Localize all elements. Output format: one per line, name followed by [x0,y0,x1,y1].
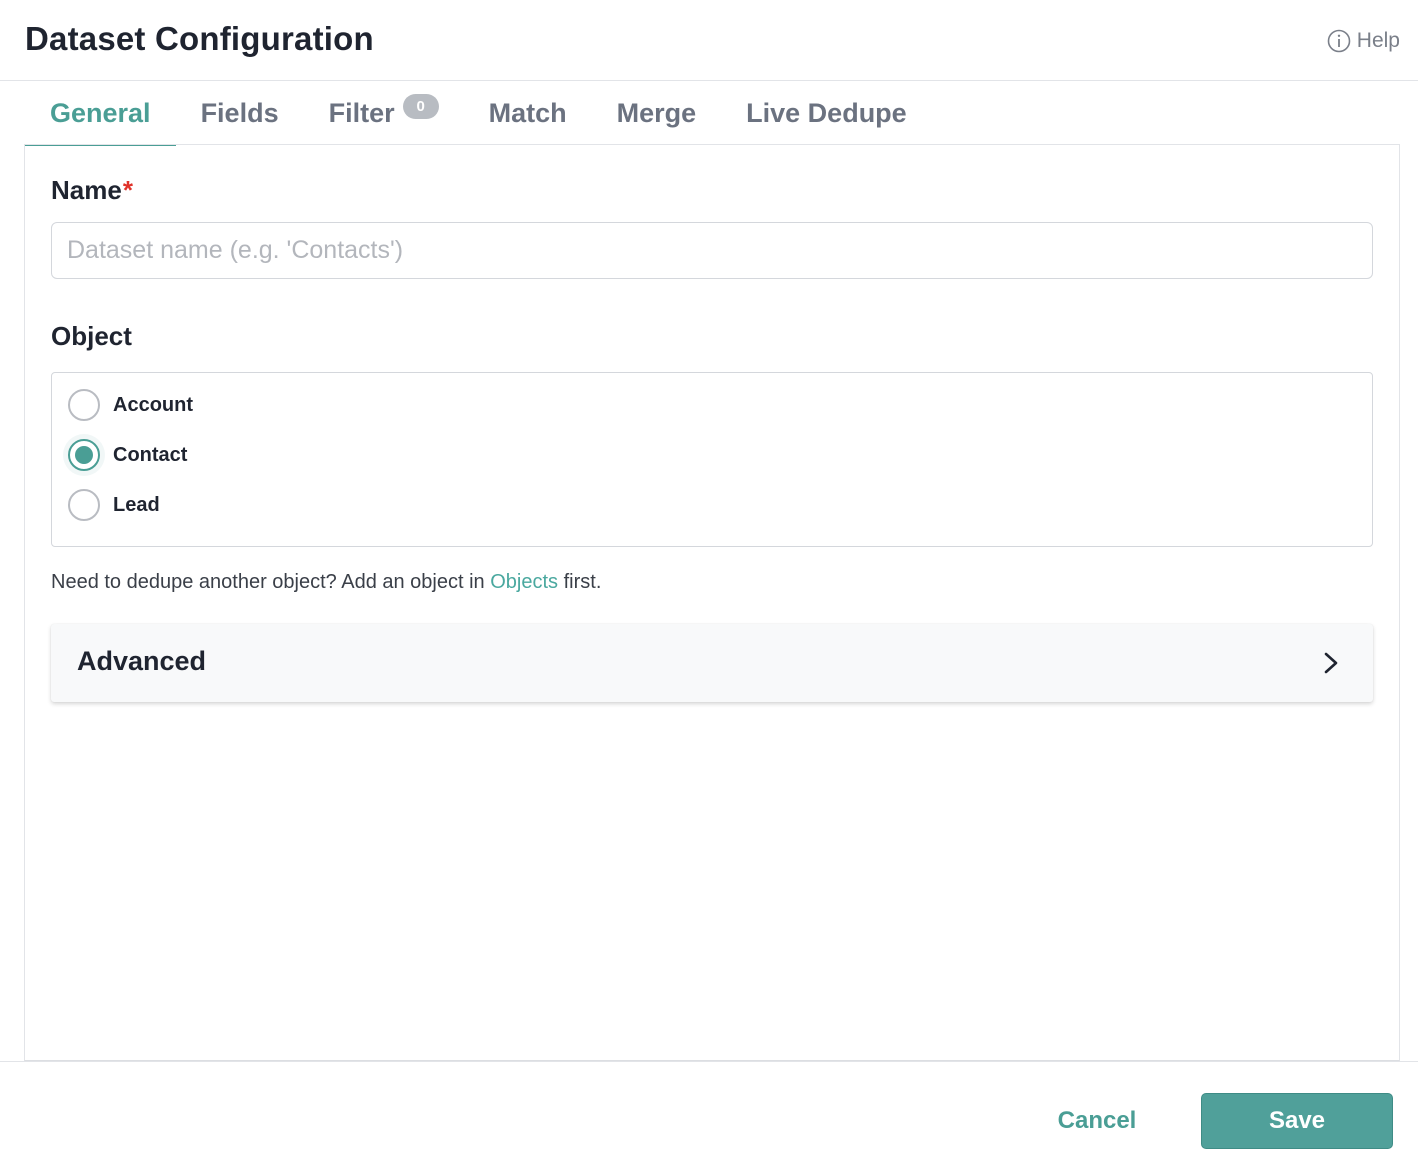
radio-label: Lead [113,493,160,516]
radio-label: Account [113,393,193,416]
help-label: Help [1356,29,1400,52]
cancel-button[interactable]: Cancel [1040,1094,1154,1148]
tab-general[interactable]: General [25,81,176,146]
name-label-text: Name [51,175,122,205]
tab-label: Fields [200,97,279,128]
tab-label: General [50,97,151,128]
tab-label: Match [488,97,567,128]
object-option-contact[interactable]: Contact [68,438,187,472]
object-radio-group: Account Contact Lead [51,372,1373,547]
radio-button-checked[interactable] [68,439,100,471]
tab-label: Merge [616,97,697,128]
tab-label: Live Dedupe [746,97,907,128]
page-title: Dataset Configuration [25,20,374,57]
advanced-accordion[interactable]: Advanced [51,624,1373,702]
help-link[interactable]: Help [1327,29,1400,53]
chevron-right-icon [1324,652,1338,674]
tab-merge[interactable]: Merge [592,81,722,145]
filter-count-badge: 0 [402,93,439,119]
radio-button[interactable] [68,489,100,521]
hint-text-end: first. [558,571,602,593]
dialog-header: Dataset Configuration Help [0,0,1418,81]
general-panel: Name* Object Account Contact Lead Need t… [24,144,1400,1061]
save-button[interactable]: Save [1201,1093,1393,1149]
advanced-title: Advanced [77,646,207,676]
radio-button[interactable] [68,389,100,421]
object-option-lead[interactable]: Lead [68,488,160,522]
tab-bar: General Fields Filter 0 Match Merge Live… [25,81,932,146]
name-field-label: Name* [51,175,133,206]
tab-filter[interactable]: Filter 0 [304,81,464,145]
object-label: Object [51,321,132,351]
radio-label: Contact [113,443,188,466]
tab-label: Filter [328,97,395,128]
dataset-name-input[interactable] [51,222,1373,279]
hint-text: Need to dedupe another object? Add an ob… [51,571,491,593]
tab-match[interactable]: Match [464,81,592,145]
tab-live-dedupe[interactable]: Live Dedupe [721,81,932,145]
object-hint: Need to dedupe another object? Add an ob… [51,571,601,594]
required-marker: * [122,175,133,205]
objects-link[interactable]: Objects [490,571,558,593]
radio-dot [75,446,93,464]
tab-fields[interactable]: Fields [176,81,304,145]
footer-divider [0,1061,1418,1062]
info-icon [1327,29,1351,53]
object-option-account[interactable]: Account [68,388,193,422]
